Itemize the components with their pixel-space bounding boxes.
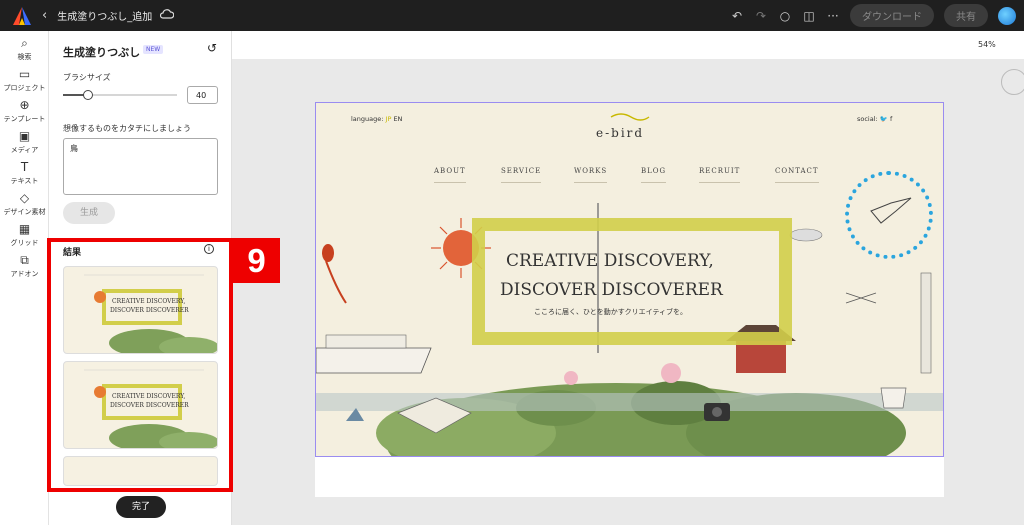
site-logo[interactable]: e-bird (596, 126, 644, 140)
social-label: social: (857, 115, 878, 123)
rail-item-design-assets[interactable]: ◇ デザイン素材 (0, 191, 49, 217)
rail-item-projects[interactable]: ▭ プロジェクト (0, 67, 49, 93)
generate-button[interactable]: 生成 (63, 202, 115, 224)
selection-area[interactable] (845, 171, 933, 259)
highlight-box (47, 238, 233, 492)
download-button[interactable]: ダウンロード (850, 4, 934, 27)
artboard[interactable]: language: JP EN social: 🐦 f e-bird ABOUT… (315, 102, 944, 457)
artboard-extension (315, 457, 944, 497)
rail-label: テキスト (10, 177, 39, 185)
panel-title: 生成塗りつぶし (63, 46, 141, 59)
brush-size-label: ブラシサイズ (63, 73, 111, 82)
prompt-textarea[interactable]: 鳥 (63, 138, 218, 195)
left-rail: ⌕ 検索 ▭ プロジェクト ⊕ テンプレート ▣ メディア T テキスト ◇ デ… (0, 31, 49, 525)
rail-label: デザイン素材 (3, 208, 46, 216)
hero-headline-line1: CREATIVE DISCOVERY, (506, 251, 714, 271)
new-badge: NEW (143, 45, 164, 54)
search-icon: ⌕ (21, 36, 28, 50)
social-links: social: 🐦 f (857, 115, 892, 123)
back-chevron-icon[interactable]: ‹ (42, 8, 47, 23)
brush-size-slider[interactable] (63, 90, 177, 100)
rail-label: アドオン (10, 270, 39, 278)
nav-item-contact[interactable]: CONTACT (775, 167, 819, 183)
text-icon: T (20, 160, 29, 174)
nav-item-recruit[interactable]: RECRUIT (699, 167, 740, 183)
redo-icon[interactable]: ↷ (754, 9, 768, 23)
folder-icon: ▭ (18, 67, 31, 81)
avatar[interactable] (998, 6, 1016, 25)
rail-item-addons[interactable]: ⧉ アドオン (0, 253, 49, 279)
cloud-sync-icon (160, 9, 175, 22)
zoom-level[interactable]: 54% (978, 40, 996, 49)
hero-headline-line2: DISCOVER DISCOVERER (500, 280, 723, 300)
language-label: language: (351, 115, 384, 123)
nav-item-works[interactable]: WORKS (574, 167, 607, 183)
lang-en-link[interactable]: EN (393, 115, 402, 123)
prompt-label: 想像するものをカタチにしましょう (63, 124, 191, 133)
rail-label: 検索 (17, 53, 32, 61)
rail-item-search[interactable]: ⌕ 検索 (0, 36, 49, 62)
step-number-badge: 9 (233, 238, 280, 283)
rail-label: メディア (10, 146, 39, 154)
lightbulb-icon[interactable]: ○ (778, 9, 792, 23)
nav-item-about[interactable]: ABOUT (434, 167, 466, 183)
lang-jp-link[interactable]: JP (386, 115, 392, 123)
more-icon[interactable]: ··· (826, 9, 840, 23)
top-bar: ‹ 生成塗りつぶし_追加 ↶ ↷ ○ ◫ ··· ダウンロード 共有 (0, 0, 1024, 31)
nav-item-blog[interactable]: BLOG (641, 167, 666, 183)
slider-handle[interactable] (83, 90, 94, 100)
comment-icon[interactable]: ◫ (802, 9, 816, 23)
language-switcher: language: JP EN (351, 115, 402, 123)
canvas-toolbar (232, 31, 1024, 59)
rail-item-grid[interactable]: ▦ グリッド (0, 222, 49, 248)
reset-icon[interactable]: ↺ (207, 41, 217, 55)
done-button[interactable]: 完了 (116, 496, 166, 518)
twitter-icon[interactable]: 🐦 (880, 115, 888, 123)
rail-item-media[interactable]: ▣ メディア (0, 129, 49, 155)
nav-item-service[interactable]: SERVICE (501, 167, 541, 183)
shapes-icon: ◇ (19, 191, 30, 205)
rail-item-text[interactable]: T テキスト (0, 160, 49, 186)
adobe-express-logo-icon[interactable] (10, 4, 34, 28)
undo-icon[interactable]: ↶ (730, 9, 744, 23)
grid-icon: ▦ (18, 222, 31, 236)
addon-icon: ⧉ (20, 253, 29, 267)
rail-label: グリッド (10, 239, 39, 247)
document-title[interactable]: 生成塗りつぶし_追加 (57, 8, 152, 23)
facebook-icon[interactable]: f (890, 115, 892, 123)
rail-label: テンプレート (3, 115, 46, 123)
media-icon: ▣ (18, 129, 31, 143)
template-icon: ⊕ (19, 98, 30, 112)
canvas-circle-handle[interactable] (1001, 69, 1024, 95)
rail-label: プロジェクト (3, 84, 46, 92)
brush-size-input[interactable]: 40 (187, 86, 218, 104)
rail-item-templates[interactable]: ⊕ テンプレート (0, 98, 49, 124)
share-button[interactable]: 共有 (944, 4, 988, 27)
hero-subtitle: こころに届く、ひとを動かすクリエイティブを。 (534, 308, 688, 316)
